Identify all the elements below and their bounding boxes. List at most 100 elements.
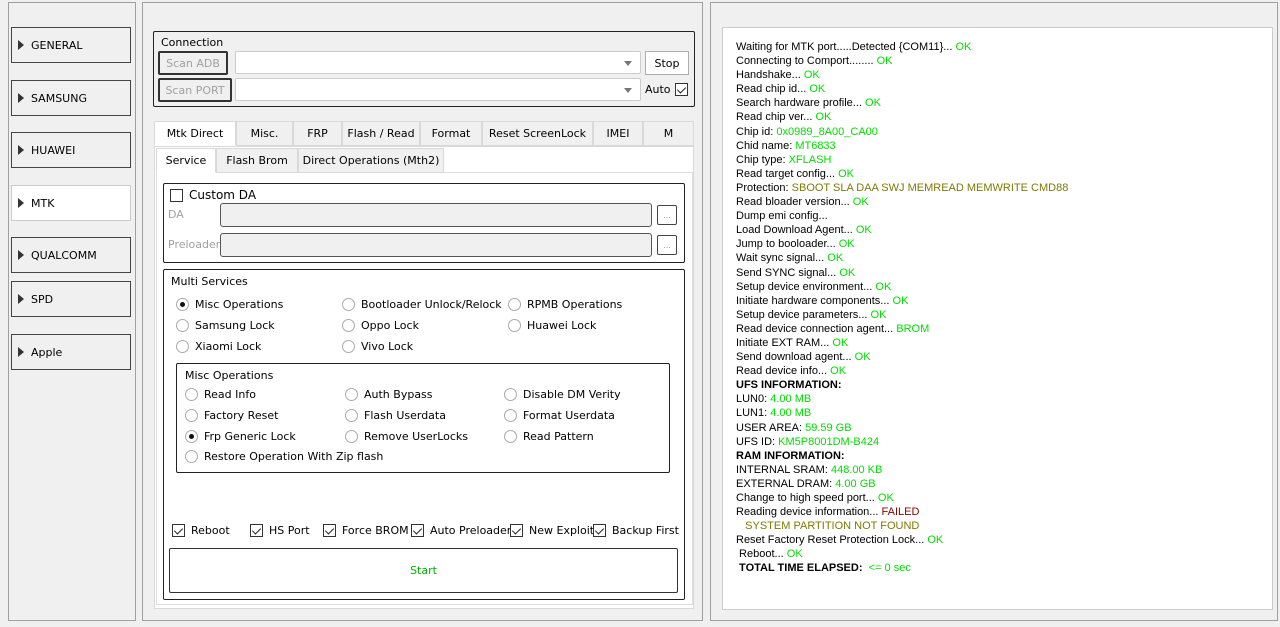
checkbox-box[interactable] [411,524,424,537]
radio-button[interactable] [345,430,358,443]
radio-button[interactable] [176,340,189,353]
scan-adb-button[interactable]: Scan ADB [158,51,228,75]
service-rpmb-operations[interactable]: RPMB Operations [508,298,622,311]
tab-format[interactable]: Format [420,121,482,146]
scan-port-button[interactable]: Scan PORT [158,78,232,102]
radio-button[interactable] [342,319,355,332]
log-status: OK [852,196,869,209]
sidebar-item-samsung[interactable]: SAMSUNG [11,80,131,116]
radio-button[interactable] [342,340,355,353]
checkbox-box[interactable] [172,524,185,537]
log-line: Reboot... OK [736,547,1272,561]
subtab-flash-brom[interactable]: Flash Brom [216,148,298,173]
sidebar-item-general[interactable]: GENERAL [11,27,131,63]
radio-button[interactable] [185,450,198,463]
log-line: Change to high speed port... OK [736,491,1272,505]
checkbox-box[interactable] [510,524,523,537]
log-status: XFLASH [788,153,832,166]
da-browse-button[interactable]: ... [657,205,677,225]
checkbox-force-brom[interactable]: Force BROM [323,524,409,537]
triangle-right-icon [18,93,24,103]
preloader-path-field[interactable] [220,233,652,257]
tab-imei[interactable]: IMEI [593,121,643,146]
stop-button[interactable]: Stop [645,51,689,75]
radio-button[interactable] [342,298,355,311]
radio-button[interactable] [185,388,198,401]
misc-op-restore-operation-with-zip-flash[interactable]: Restore Operation With Zip flash [185,450,383,463]
radio-button[interactable] [185,430,198,443]
radio-button[interactable] [345,409,358,422]
radio-button[interactable] [504,388,517,401]
misc-op-format-userdata[interactable]: Format Userdata [504,409,615,422]
tab-m[interactable]: M [643,121,694,146]
checkbox-auto-preloader[interactable]: Auto Preloader [411,524,511,537]
radio-button[interactable] [176,298,189,311]
misc-op-disable-dm-verity[interactable]: Disable DM Verity [504,388,621,401]
service-misc-operations[interactable]: Misc Operations [176,298,283,311]
auto-checkbox[interactable] [675,82,688,96]
misc-op-frp-generic-lock[interactable]: Frp Generic Lock [185,430,296,443]
log-line: UFS ID: KM5P8001DM-B424 [736,435,1272,449]
subtab-service[interactable]: Service [156,148,216,173]
tab-reset-screenlock[interactable]: Reset ScreenLock [482,121,593,146]
checkbox-reboot[interactable]: Reboot [172,524,230,537]
checkbox-box[interactable] [170,188,183,202]
custom-da-checkbox[interactable]: Custom DA [170,188,256,202]
misc-op-factory-reset[interactable]: Factory Reset [185,409,278,422]
log-text: UFS INFORMATION: [736,379,842,392]
sidebar-item-qualcomm[interactable]: QUALCOMM [11,237,131,273]
misc-op-read-pattern[interactable]: Read Pattern [504,430,594,443]
tab-mtk-direct[interactable]: Mtk Direct [154,121,236,146]
checkbox-backup-first[interactable]: Backup First [593,524,679,537]
service-vivo-lock[interactable]: Vivo Lock [342,340,413,353]
sidebar-item-apple[interactable]: Apple [11,334,131,370]
service-oppo-lock[interactable]: Oppo Lock [342,319,419,332]
log-status: KM5P8001DM-B424 [778,435,880,448]
sidebar-item-mtk[interactable]: MTK [11,185,131,221]
radio-label: Bootloader Unlock/Relock [361,298,502,311]
service-bootloader-unlock-relock[interactable]: Bootloader Unlock/Relock [342,298,502,311]
adb-device-select[interactable] [235,51,641,74]
sidebar-item-huawei[interactable]: HUAWEI [11,132,131,168]
checkbox-box[interactable] [250,524,263,537]
tab-misc-[interactable]: Misc. [236,121,293,146]
radio-button[interactable] [504,409,517,422]
start-button[interactable]: Start [169,548,678,593]
log-text: USER AREA: [736,421,806,434]
log-text: Send SYNC signal... [736,266,840,279]
port-select[interactable] [235,78,641,101]
log-line: EXTERNAL DRAM: 4.00 GB [736,477,1272,491]
checkbox-hs-port[interactable]: HS Port [250,524,310,537]
sidebar-item-spd[interactable]: SPD [11,281,131,317]
misc-operations-title: Misc Operations [185,369,274,382]
radio-button[interactable] [345,388,358,401]
misc-op-remove-userlocks[interactable]: Remove UserLocks [345,430,468,443]
radio-label: Auth Bypass [364,388,433,401]
misc-op-read-info[interactable]: Read Info [185,388,256,401]
service-xiaomi-lock[interactable]: Xiaomi Lock [176,340,261,353]
checkbox-box[interactable] [593,524,606,537]
checkbox-new-exploit[interactable]: New Exploit [510,524,594,537]
log-status: OK [827,252,844,265]
checkbox-label: Reboot [191,524,230,537]
radio-button[interactable] [185,409,198,422]
radio-button[interactable] [176,319,189,332]
log-output[interactable]: Waiting for MTK port.....Detected {COM11… [722,27,1273,610]
radio-label: Factory Reset [204,409,279,422]
preloader-browse-button[interactable]: ... [657,235,677,255]
log-line: Read chip id... OK [736,82,1272,96]
subtab-direct-operations-mth2-[interactable]: Direct Operations (Mth2) [298,148,444,173]
service-samsung-lock[interactable]: Samsung Lock [176,319,275,332]
checkbox-box[interactable] [323,524,336,537]
da-path-field[interactable] [220,203,652,227]
misc-op-auth-bypass[interactable]: Auth Bypass [345,388,433,401]
log-text: Protection: [736,181,792,194]
tab-flash-read[interactable]: Flash / Read [342,121,420,146]
radio-button[interactable] [508,298,521,311]
checkbox-label: Backup First [612,524,679,537]
misc-op-flash-userdata[interactable]: Flash Userdata [345,409,446,422]
tab-frp[interactable]: FRP [293,121,342,146]
radio-button[interactable] [504,430,517,443]
service-huawei-lock[interactable]: Huawei Lock [508,319,596,332]
radio-button[interactable] [508,319,521,332]
